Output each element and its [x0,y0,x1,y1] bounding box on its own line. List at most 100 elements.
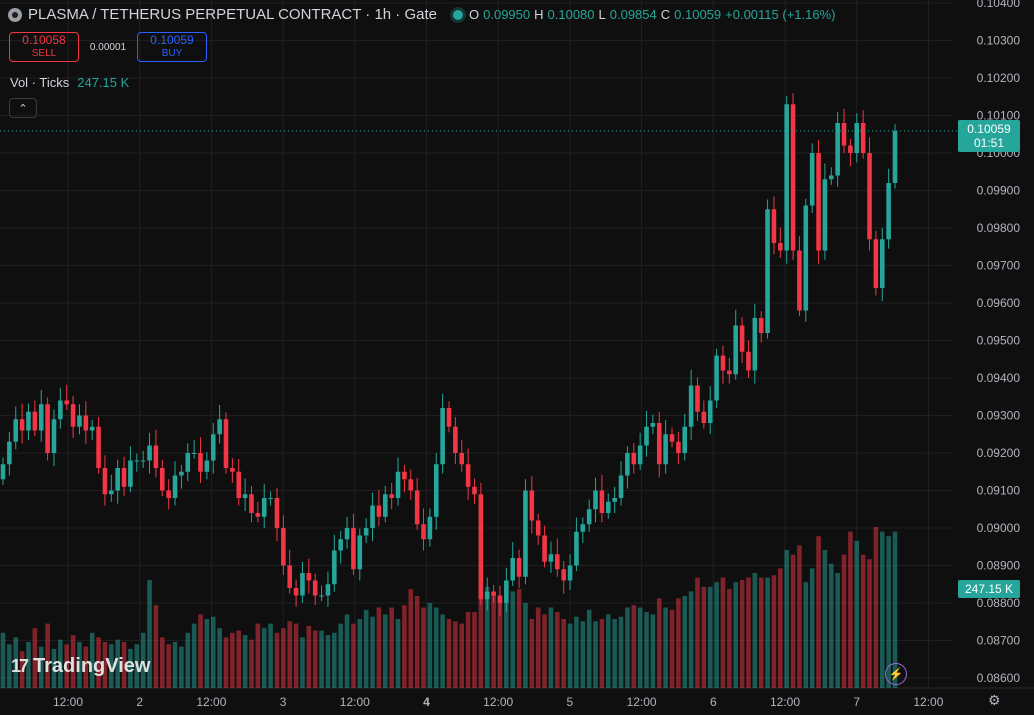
x-tick-label: 12:00 [770,695,800,709]
candle-body [236,471,242,498]
volume-bar [644,612,649,688]
close-label: C [660,7,671,22]
candle-body [892,130,898,183]
volume-bar [663,607,668,688]
chart-header: PLASMA / TETHERUS PERPETUAL CONTRACT · 1… [8,6,835,23]
volume-bar [433,607,439,688]
candle-body [535,520,541,536]
candle-body [38,404,44,431]
volume-bar [733,582,739,688]
tradingview-logo[interactable]: 17 TradingView [11,655,150,678]
volume-bar [580,621,586,688]
volume-bar [854,540,860,688]
candle-body [351,528,356,570]
buy-button[interactable]: 0.10059 BUY [137,32,207,62]
candle-body [720,355,726,371]
chart-title[interactable]: PLASMA / TETHERUS PERPETUAL CONTRACT · 1… [28,6,437,23]
symbol-icon[interactable] [8,7,22,22]
y-tick-label: 0.10200 [977,71,1021,85]
candle-body [555,554,560,570]
candle-body [803,205,809,311]
x-tick-label: 5 [567,695,574,709]
lightning-icon[interactable]: ⚡ [885,663,907,685]
volume-bar [325,635,331,688]
volume-bar [701,586,707,688]
volume-bar [236,630,242,688]
candle-body [733,325,739,375]
candle-body [198,453,203,472]
candle-body [395,471,401,498]
volume-bar [332,632,337,688]
candle-body [153,445,159,468]
volume-bar [809,568,815,688]
candle-body [414,490,420,525]
candle-body [695,385,700,412]
volume-bar [249,639,254,688]
candle-body [159,468,165,491]
candle-body [255,513,261,517]
volume-bar [217,628,222,688]
volume-bar [574,616,579,688]
candle-body [242,494,248,498]
volume-bar [223,637,229,688]
candle-body [230,468,235,472]
volume-bar [548,607,554,688]
candle-body [663,434,668,465]
price-chart[interactable]: 0.104000.103000.102000.101000.100000.099… [0,0,1034,715]
volume-bar [835,573,840,688]
candle-body [64,400,70,405]
volume-bar [688,591,694,688]
volume-bar [484,586,490,688]
collapse-legend-button[interactable]: ⌃ [9,98,37,118]
y-tick-label: 0.10400 [977,0,1021,10]
candle-body [676,441,681,453]
volume-bar [319,630,324,688]
sell-button[interactable]: 0.10058 SELL [9,32,79,62]
candle-body [765,209,770,333]
candle-body [191,453,197,454]
candle-body [599,490,605,513]
candle-body [784,104,789,251]
volume-bar [478,577,484,688]
volume-bar [268,623,273,688]
change-value: +0.00115 (+1.16%) [725,7,836,22]
candle-body [312,580,318,596]
volume-bar [631,605,637,688]
candle-body [338,539,343,551]
volume-bar [848,531,853,688]
volume-badge: 247.15 K [958,580,1020,598]
candle-body [771,209,777,243]
candle-body [332,550,337,585]
candle-body [854,123,860,153]
volume-legend[interactable]: Vol · Ticks 247.15 K [10,75,129,90]
candle-body [637,445,643,465]
candle-body [886,183,891,240]
candle-body [873,239,879,288]
volume-bar [230,632,235,688]
candle-body [287,565,293,588]
last-price-value: 0.10059 [967,122,1011,136]
candle-body [446,408,452,427]
volume-bar [306,625,312,688]
low-value: 0.09854 [609,7,657,22]
volume-bar [612,619,617,688]
tradingview-wordmark: TradingView [33,655,151,677]
settings-gear-icon[interactable]: ⚙ [988,692,1001,709]
candle-body [504,580,509,603]
volume-bar [778,568,783,688]
candle-body [319,595,324,597]
volume-bar [459,623,465,688]
volume-bar [370,616,375,688]
volume-bar [828,563,834,688]
candle-body [701,411,707,423]
volume-bar [504,602,509,688]
volume-bar [618,616,624,688]
volume-bar [402,605,407,688]
low-label: L [598,7,606,22]
volume-bar [797,545,802,688]
candle-body [166,490,171,498]
candle-body [185,453,191,472]
volume-bar [414,596,420,688]
volume-bar [338,623,343,688]
candle-body [860,123,866,153]
